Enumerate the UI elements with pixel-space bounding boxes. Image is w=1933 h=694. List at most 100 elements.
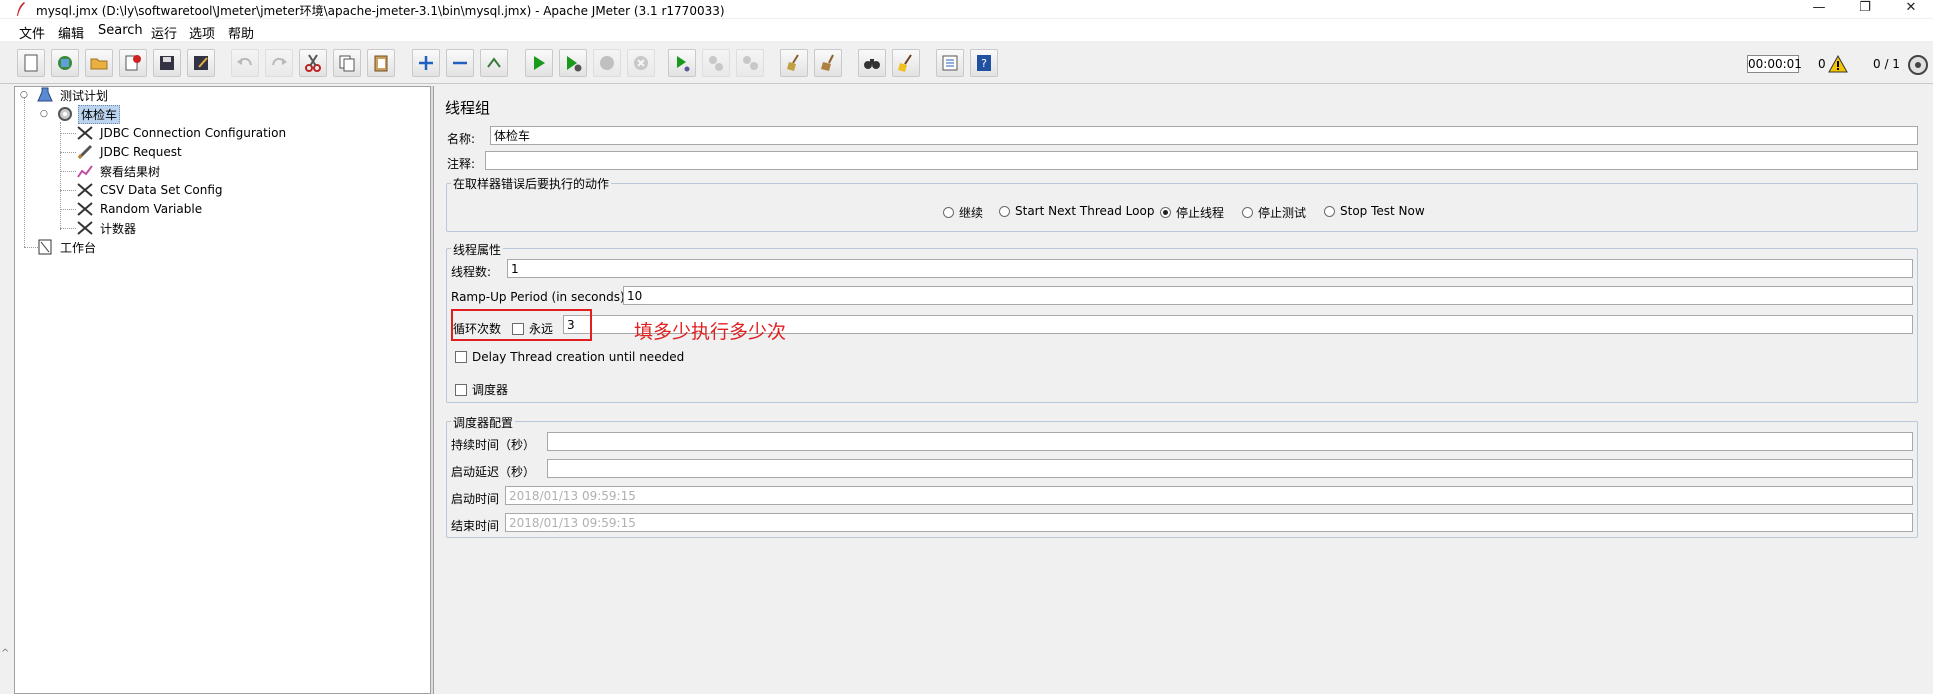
- end-time-label: 结束时间: [451, 519, 500, 533]
- delay-thread-checkbox[interactable]: Delay Thread creation until needed: [455, 350, 684, 364]
- search-button[interactable]: [858, 49, 886, 77]
- thread-count-label: 线程数:: [451, 265, 492, 279]
- comment-input[interactable]: [485, 151, 1918, 170]
- close-file-icon: [125, 55, 141, 71]
- templates-icon: [58, 56, 72, 70]
- tree-item-counter[interactable]: 计数器: [76, 219, 138, 237]
- collapse-all-button[interactable]: [446, 49, 474, 77]
- tree-item-label: 测试计划: [60, 88, 109, 103]
- scissors-icon: [305, 54, 321, 72]
- tree-item-label: JDBC Connection Configuration: [100, 126, 287, 140]
- delay-thread-label: Delay Thread creation until needed: [472, 350, 685, 364]
- radio-start-next-loop[interactable]: Start Next Thread Loop: [999, 204, 1154, 218]
- start-time-label: 启动时间: [451, 492, 500, 506]
- radio-stop-test-now[interactable]: Stop Test Now: [1324, 204, 1425, 218]
- radio-label: 停止线程: [1176, 206, 1225, 220]
- clear-button[interactable]: [780, 49, 808, 77]
- duration-input[interactable]: [547, 432, 1913, 451]
- clear-all-icon: [821, 54, 834, 71]
- broom-yellow-icon: [898, 54, 912, 72]
- start-time-input[interactable]: 2018/01/13 09:59:15: [505, 486, 1913, 505]
- redo-button[interactable]: [265, 49, 293, 77]
- menu-run[interactable]: 运行: [151, 23, 177, 42]
- remote-stop-icon: [709, 56, 723, 71]
- broom-icon: [787, 54, 799, 71]
- stop-button[interactable]: [593, 49, 621, 77]
- tree-item-label: 工作台: [60, 240, 97, 255]
- save-button[interactable]: [153, 49, 181, 77]
- tree-item-workbench[interactable]: 工作台: [36, 238, 98, 256]
- save-as-button[interactable]: [187, 49, 215, 77]
- radio-stop-thread[interactable]: 停止线程: [1160, 204, 1224, 221]
- workbench-icon: [38, 239, 52, 255]
- rampup-input[interactable]: 10: [623, 286, 1913, 305]
- startup-delay-input[interactable]: [547, 459, 1913, 478]
- tree-item-label: CSV Data Set Config: [100, 183, 223, 197]
- shutdown-button[interactable]: [627, 49, 655, 77]
- scroll-up-icon[interactable]: ^: [1, 648, 9, 659]
- warning-icon[interactable]: [1828, 55, 1848, 73]
- copy-button[interactable]: [333, 49, 361, 77]
- menu-options[interactable]: 选项: [189, 23, 215, 42]
- radio-stop-test[interactable]: 停止测试: [1242, 204, 1306, 221]
- undo-button[interactable]: [231, 49, 259, 77]
- start-no-pause-button[interactable]: [559, 49, 587, 77]
- start-button[interactable]: [525, 49, 553, 77]
- function-helper-button[interactable]: [936, 49, 964, 77]
- tree-item-jdbc-request[interactable]: JDBC Request: [76, 143, 184, 161]
- paste-button[interactable]: [367, 49, 395, 77]
- menu-file[interactable]: 文件: [19, 23, 45, 42]
- name-input[interactable]: 体检车: [490, 126, 1918, 145]
- open-button[interactable]: [85, 49, 113, 77]
- new-button[interactable]: [17, 49, 45, 77]
- tree-item-results-tree[interactable]: 察看结果树: [76, 162, 162, 180]
- play-no-timer-icon: [567, 56, 582, 72]
- close-file-button[interactable]: [119, 49, 147, 77]
- page-title: 线程组: [445, 99, 491, 117]
- radio-label: Stop Test Now: [1340, 204, 1425, 218]
- menu-help[interactable]: 帮助: [228, 23, 254, 42]
- remote-start-button[interactable]: [668, 49, 696, 77]
- startup-delay-label: 启动延迟（秒）: [451, 465, 536, 479]
- tree-expand-handle[interactable]: ○: [40, 110, 49, 119]
- reset-search-button[interactable]: [892, 49, 920, 77]
- menu-edit[interactable]: 编辑: [58, 23, 84, 42]
- close-button[interactable]: ✕: [1888, 0, 1933, 18]
- expand-all-button[interactable]: [412, 49, 440, 77]
- chart-icon: [77, 165, 93, 178]
- end-time-input[interactable]: 2018/01/13 09:59:15: [505, 513, 1913, 532]
- toggle-button[interactable]: [480, 49, 508, 77]
- tree-item-jdbc-connection[interactable]: JDBC Connection Configuration: [76, 124, 288, 142]
- tree-item-label: Random Variable: [100, 202, 203, 216]
- scheduler-checkbox[interactable]: 调度器: [455, 381, 508, 398]
- tree-connector: [60, 228, 76, 229]
- binoculars-icon: [864, 59, 880, 69]
- tree-expand-handle[interactable]: ○: [20, 91, 29, 100]
- undo-icon: [237, 57, 252, 66]
- remote-shutdown-button[interactable]: [736, 49, 764, 77]
- clear-all-button[interactable]: [814, 49, 842, 77]
- menu-search[interactable]: Search: [98, 23, 143, 38]
- remote-stop-button[interactable]: [702, 49, 730, 77]
- save-icon: [160, 56, 174, 70]
- cut-button[interactable]: [299, 49, 327, 77]
- tree-item-random-variable[interactable]: Random Variable: [76, 200, 204, 218]
- help-button[interactable]: ?: [970, 49, 998, 77]
- radio-continue[interactable]: 继续: [943, 204, 983, 221]
- function-list-icon: [942, 55, 958, 71]
- minimize-button[interactable]: —: [1796, 0, 1842, 18]
- tree-item-csv-data-set[interactable]: CSV Data Set Config: [76, 181, 225, 199]
- minus-icon: [453, 61, 467, 65]
- stop-icon: [600, 56, 614, 70]
- radio-label: Start Next Thread Loop: [1015, 204, 1155, 218]
- tree-item-test-plan[interactable]: 测试计划: [36, 86, 110, 104]
- toolbar: ? 00:00:01 0 0 / 1: [0, 44, 1933, 84]
- thread-properties-title: 线程属性: [451, 241, 504, 258]
- rampup-label: Ramp-Up Period (in seconds):: [451, 290, 629, 304]
- thread-count-input[interactable]: 1: [507, 259, 1913, 278]
- name-label: 名称:: [447, 132, 476, 146]
- tree-item-thread-group[interactable]: 体检车: [56, 104, 121, 124]
- templates-button[interactable]: [51, 49, 79, 77]
- tree-item-label: 计数器: [100, 221, 137, 236]
- maximize-button[interactable]: ❐: [1842, 0, 1888, 18]
